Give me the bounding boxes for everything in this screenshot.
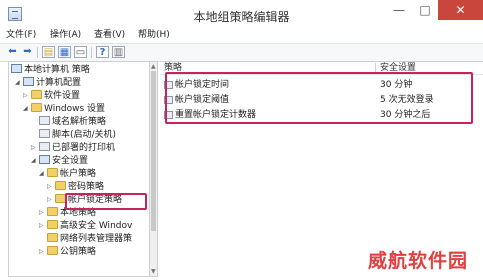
tree-item-computer-config[interactable]: ◢ 计算机配置 — [15, 77, 81, 89]
toolbar-separator — [91, 47, 92, 58]
tree-item-public-key-policies[interactable]: ▷ 公钥策略 — [39, 246, 96, 258]
menu-file[interactable]: 文件(F) — [6, 28, 36, 43]
minimize-button[interactable]: — — [386, 0, 412, 20]
tree-item-network-list-manager[interactable]: 网络列表管理器策 — [39, 233, 132, 245]
tree-item-security-settings[interactable]: ◢ 安全设置 — [31, 155, 88, 167]
policy-icon — [39, 116, 50, 125]
expand-arrow-icon[interactable]: ▷ — [39, 220, 47, 232]
close-icon: ✕ — [455, 3, 466, 17]
show-hide-tree-icon[interactable]: ▦ — [58, 46, 71, 58]
tree-item-password-policy[interactable]: ▷ 密码策略 — [47, 181, 104, 193]
minimize-icon: — — [393, 3, 405, 17]
collapse-arrow-icon[interactable]: ◢ — [15, 77, 23, 89]
maximize-button[interactable]: □ — [412, 0, 438, 20]
printer-icon — [39, 142, 50, 151]
expand-arrow-icon[interactable]: ▷ — [47, 194, 55, 206]
forward-arrow-icon[interactable]: ➡ — [21, 46, 34, 58]
toolbar-separator — [37, 47, 38, 58]
toolbar: ⬅ ➡ ▤ ▦ ▭ ? ▥ — [0, 43, 483, 62]
folder-icon — [31, 103, 42, 112]
tree-item-account-policies[interactable]: ◢ 帐户策略 — [39, 168, 96, 180]
scroll-up-icon[interactable]: ▲ — [151, 63, 156, 70]
folder-icon — [47, 207, 58, 216]
highlight-box-policies — [165, 72, 473, 124]
watermark-text: 威航软件园 — [368, 250, 469, 272]
expand-arrow-icon[interactable]: ▷ — [47, 181, 55, 193]
folder-icon — [47, 246, 58, 255]
tree-item-scripts[interactable]: 脚本(启动/关机) — [31, 129, 116, 141]
scroll-down-icon[interactable]: ▼ — [151, 268, 156, 275]
up-folder-icon[interactable]: ▤ — [42, 46, 55, 58]
computer-policy-icon — [11, 64, 22, 73]
menu-action[interactable]: 操作(A) — [50, 28, 81, 43]
folder-icon — [47, 220, 58, 229]
tree-item-name-resolution-policy[interactable]: 域名解析策略 — [31, 116, 106, 128]
maximize-icon: □ — [419, 3, 431, 17]
collapse-arrow-icon[interactable]: ◢ — [23, 103, 31, 115]
tree-item-advanced-firewall[interactable]: ▷ 高级安全 Windov — [39, 220, 132, 232]
menu-view[interactable]: 查看(V) — [94, 28, 125, 43]
security-icon — [39, 155, 50, 164]
tree-item-windows-settings[interactable]: ◢ Windows 设置 — [23, 103, 105, 115]
folder-icon — [47, 168, 58, 177]
tree-item-software-settings[interactable]: ▷ 软件设置 — [23, 90, 80, 102]
folder-icon — [55, 181, 66, 190]
properties-icon[interactable]: ▭ — [74, 46, 87, 58]
close-button[interactable]: ✕ — [438, 0, 483, 20]
expand-arrow-icon[interactable]: ▷ — [31, 142, 39, 154]
folder-icon — [31, 90, 42, 99]
expand-arrow-icon[interactable]: ▷ — [23, 90, 31, 102]
expand-arrow-icon[interactable]: ▷ — [39, 246, 47, 258]
expand-arrow-icon[interactable]: ▷ — [39, 207, 47, 219]
tree-pane: 本地计算机 策略 ◢ 计算机配置 ▷ 软件设置 ◢ Windows 设置 域名解析策略… — [8, 61, 149, 277]
highlight-box-lockout-node — [65, 193, 147, 210]
computer-icon — [23, 77, 34, 86]
help-icon[interactable]: ? — [96, 46, 109, 58]
script-icon — [39, 129, 50, 138]
menu-bar: 文件(F) 操作(A) 查看(V) 帮助(H) — [0, 28, 483, 43]
back-arrow-icon[interactable]: ⬅ — [6, 46, 19, 58]
folder-icon — [47, 233, 58, 242]
tree-scrollbar[interactable]: ▲ ▼ — [149, 61, 158, 277]
title-bar: 本地组策略编辑器 — □ ✕ — [0, 0, 483, 28]
scrollbar-thumb[interactable] — [151, 71, 156, 231]
filter-icon[interactable]: ▥ — [112, 46, 125, 58]
collapse-arrow-icon[interactable]: ◢ — [39, 168, 47, 180]
menu-help[interactable]: 帮助(H) — [138, 28, 170, 43]
collapse-arrow-icon[interactable]: ◢ — [31, 155, 39, 167]
tree-item-local-computer-policy[interactable]: 本地计算机 策略 — [11, 64, 90, 76]
tree-item-deployed-printers[interactable]: ▷ 已部署的打印机 — [31, 142, 115, 154]
